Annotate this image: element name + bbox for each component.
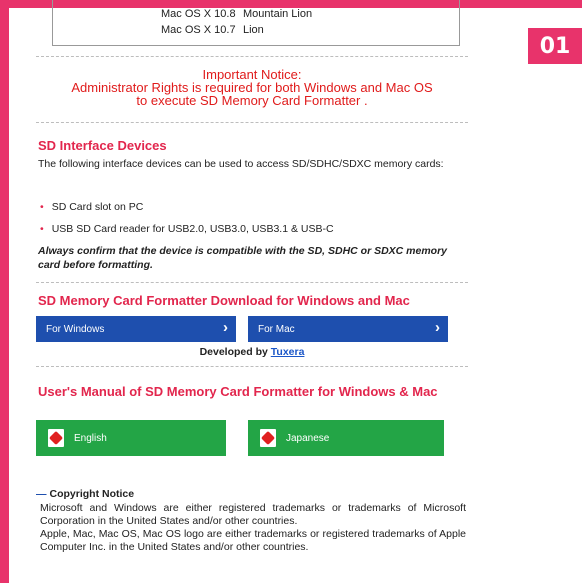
developed-prefix: Developed by [199,346,268,358]
dash-marker-icon: — [36,488,47,500]
pdf-icon [48,429,64,447]
interface-list: • SD Card slot on PC • USB SD Card reader … [40,196,334,240]
left-accent-bar [0,0,9,583]
copyright-heading: — Copyright Notice [36,488,134,500]
step-number-badge: 01 [528,28,582,64]
button-label: English [74,432,107,444]
os-name: Lion [243,24,264,36]
tuxera-link[interactable]: Tuxera [271,346,305,358]
bullet-dot-icon: • [40,223,44,235]
divider [36,56,468,57]
download-heading: SD Memory Card Formatter Download for Wi… [38,293,410,308]
button-label: Japanese [286,432,330,444]
manual-heading: User's Manual of SD Memory Card Formatte… [38,384,438,399]
copyright-paragraph: Apple, Mac, Mac OS, Mac OS logo are eith… [40,528,466,553]
sd-formatter-page: Mac OS X 10.8 Mountain Lion Mac OS X 10.7… [36,0,468,583]
button-label: For Mac [258,323,295,335]
copyright-body: Microsoft and Windows are either registe… [40,502,466,554]
notice-line: to execute SD Memory Card Formatter . [136,93,368,108]
os-version: Mac OS X 10.7 [161,24,236,36]
os-support-table: Mac OS X 10.8 Mountain Lion Mac OS X 10.7… [52,0,460,46]
copyright-paragraph: Microsoft and Windows are either registe… [40,502,466,527]
list-item-label: USB SD Card reader for USB2.0, USB3.0, U… [51,223,334,235]
developed-by: Developed by Tuxera [36,346,468,358]
list-item-label: SD Card slot on PC [51,201,144,213]
bullet-dot-icon: • [40,201,44,213]
button-label: For Windows [46,323,105,335]
chevron-right-icon: › [435,319,440,336]
copyright-title: Copyright Notice [49,488,135,500]
manual-english-button[interactable]: English [36,420,226,456]
os-name: Mountain Lion [243,8,313,20]
divider [36,122,468,123]
divider [36,366,468,367]
important-notice: Important Notice: Administrator Rights i… [36,68,468,107]
chevron-right-icon: › [223,319,228,336]
compatibility-note: Always confirm that the device is compat… [38,245,448,271]
interface-heading: SD Interface Devices [38,138,167,153]
manual-japanese-button[interactable]: Japanese [248,420,444,456]
os-version: Mac OS X 10.8 [161,8,236,20]
list-item: • USB SD Card reader for USB2.0, USB3.0, … [40,218,334,240]
list-item: • SD Card slot on PC [40,196,334,218]
table-row: Mac OS X 10.7 Lion [161,24,264,36]
download-windows-button[interactable]: For Windows › [36,316,236,342]
download-mac-button[interactable]: For Mac › [248,316,448,342]
pdf-icon [260,429,276,447]
interface-intro: The following interface devices can be u… [38,158,444,170]
divider [36,282,468,283]
table-row: Mac OS X 10.8 Mountain Lion [161,8,312,20]
